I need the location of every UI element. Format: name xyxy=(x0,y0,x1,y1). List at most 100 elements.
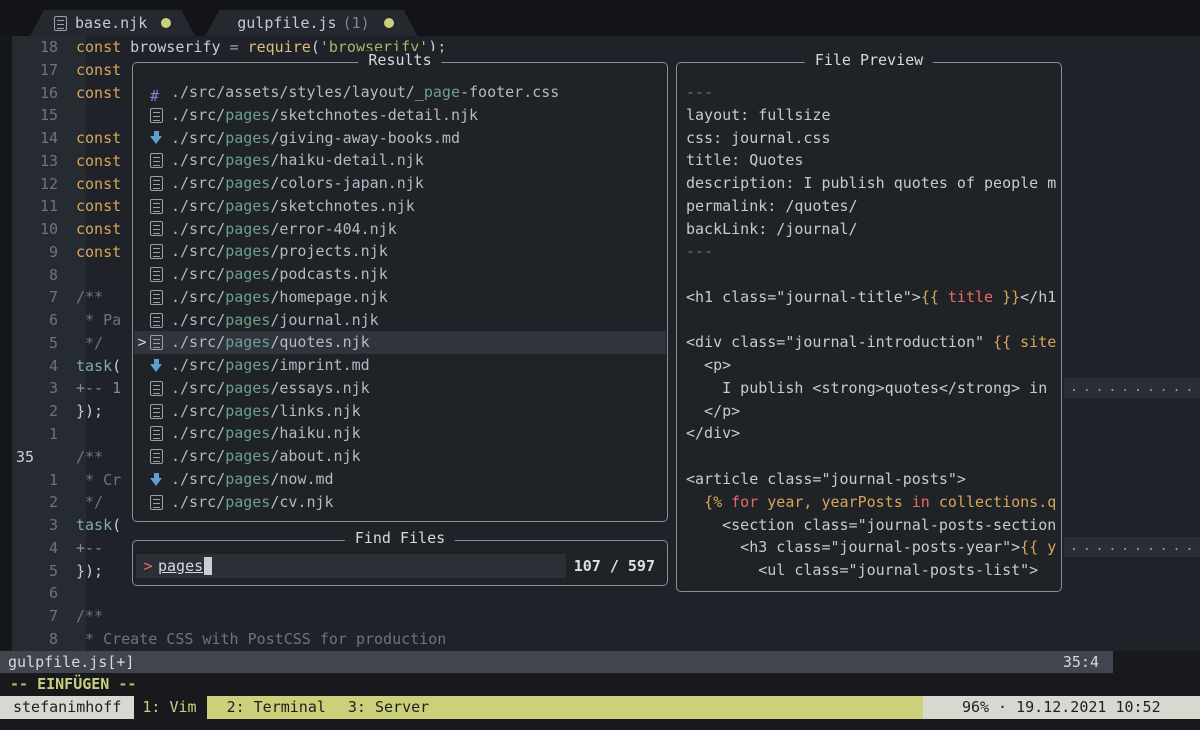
match-highlight: pages xyxy=(225,493,270,511)
file-type-icon xyxy=(150,221,163,236)
match-highlight: pages xyxy=(225,265,270,283)
line-code: const xyxy=(66,195,121,218)
result-row[interactable]: > ./src/pages/podcasts.njk xyxy=(134,263,666,286)
result-counter: 107 / 597 xyxy=(574,554,655,578)
line-number: 6 xyxy=(0,309,66,332)
result-row[interactable]: > ./src/pages/about.njk xyxy=(134,445,666,468)
file-path: ./src/pages/podcasts.njk xyxy=(171,263,388,286)
preview-line xyxy=(686,445,1056,468)
result-row[interactable]: > ./src/pages/sketchnotes.njk xyxy=(134,195,666,218)
line-code: const xyxy=(66,241,121,264)
tab-label: gulpfile.js xyxy=(237,14,336,32)
line-number: 12 xyxy=(0,173,66,196)
line-code: task( xyxy=(66,355,121,378)
vim-tmux-screen: { "colors": { "accent_yellow_green": "#c… xyxy=(0,0,1200,730)
result-row[interactable]: > ./src/pages/haiku.njk xyxy=(134,422,666,445)
buffer-line[interactable]: 8 * Create CSS with PostCSS for producti… xyxy=(0,628,1200,651)
line-number: 3 xyxy=(0,377,66,400)
line-number: 8 xyxy=(0,628,66,651)
selection-arrow: > xyxy=(134,331,150,354)
results-title: Results xyxy=(358,51,441,69)
result-row[interactable]: > ./src/pages/imprint.md xyxy=(134,354,666,377)
file-path: ./src/pages/cv.njk xyxy=(171,491,334,514)
line-code: */ xyxy=(66,491,103,514)
result-row[interactable]: > ./src/pages/now.md xyxy=(134,468,666,491)
statusline-filename: gulpfile.js[+] xyxy=(8,653,134,671)
tab-label: base.njk xyxy=(75,14,147,32)
search-input[interactable]: > pages xyxy=(136,554,566,578)
line-number: 18 xyxy=(0,36,66,59)
line-code: const xyxy=(66,127,121,150)
match-highlight: pages xyxy=(225,220,270,238)
preview-line: title: Quotes xyxy=(686,149,1056,172)
result-row[interactable]: > ./src/pages/cv.njk xyxy=(134,491,666,514)
file-type-icon xyxy=(150,130,163,145)
tmux-window[interactable]: 2: Terminal xyxy=(227,696,326,719)
line-number: 5 xyxy=(0,560,66,583)
line-number: 6 xyxy=(0,582,66,605)
line-number: 3 xyxy=(0,514,66,537)
result-row[interactable]: > ./src/assets/styles/layout/_page-foote… xyxy=(134,81,666,104)
tmux-window[interactable]: 3: Server xyxy=(348,696,429,719)
preview-line: backLink: /journal/ xyxy=(686,218,1056,241)
result-row[interactable]: > ./src/pages/links.njk xyxy=(134,400,666,423)
text-cursor xyxy=(204,557,212,575)
line-code: const xyxy=(66,59,121,82)
line-number: 5 xyxy=(0,332,66,355)
tmux-session-name: stefanimhoff xyxy=(0,696,134,719)
result-row[interactable]: > ./src/pages/error-404.njk xyxy=(134,218,666,241)
result-row[interactable]: > ./src/pages/projects.njk xyxy=(134,240,666,263)
find-files-popup: Find Files > pages 107 / 597 xyxy=(132,540,668,586)
tmux-window-segment: 2: Terminal 3: Server xyxy=(207,696,923,719)
file-type-icon xyxy=(150,426,163,441)
result-row[interactable]: > ./src/pages/giving-away-books.md xyxy=(134,127,666,150)
line-code: }); xyxy=(66,400,103,423)
preview-line: permalink: /quotes/ xyxy=(686,195,1056,218)
preview-line: --- xyxy=(686,81,1056,104)
line-number: 2 xyxy=(0,400,66,423)
result-row[interactable]: > ./src/pages/quotes.njk xyxy=(134,331,666,354)
battery-date-time: 96% · 19.12.2021 10:52 xyxy=(962,696,1161,719)
line-code: task( xyxy=(66,514,121,537)
file-type-icon xyxy=(150,472,163,487)
preview-line: <p> xyxy=(686,354,1056,377)
preview-line: <ul class="journal-posts-list"> xyxy=(686,559,1056,582)
match-highlight: pages xyxy=(225,356,270,374)
result-row[interactable]: > ./src/pages/essays.njk xyxy=(134,377,666,400)
file-path: ./src/assets/styles/layout/_page-footer.… xyxy=(171,81,559,104)
truncated-line-dots: .............. xyxy=(1064,537,1200,557)
file-type-icon xyxy=(150,381,163,396)
tmux-status-right: 96% · 19.12.2021 10:52 xyxy=(923,696,1200,719)
line-code xyxy=(66,423,76,446)
line-number: 2 xyxy=(0,491,66,514)
file-type-icon xyxy=(150,153,163,168)
modified-dot-icon xyxy=(161,18,171,28)
tmux-window-current[interactable]: 1: Vim xyxy=(142,696,196,719)
buffer-tab[interactable]: gulpfile.js (1) xyxy=(205,10,417,36)
vim-mode-indicator: -- EINFÜGEN -- xyxy=(0,673,1200,696)
line-code xyxy=(66,264,76,287)
line-code xyxy=(66,582,76,605)
preview-line: </div> xyxy=(686,422,1056,445)
line-number: 7 xyxy=(0,605,66,628)
file-type-icon xyxy=(150,313,163,328)
buffer-line[interactable]: 7 /** xyxy=(0,605,1200,628)
results-popup: Results > ./src/assets/styles/layout/_pa… xyxy=(132,62,668,522)
line-number: 11 xyxy=(0,195,66,218)
line-number: 4 xyxy=(0,537,66,560)
buffer-tab[interactable]: base.njk xyxy=(30,10,195,36)
file-preview-title: File Preview xyxy=(805,51,933,69)
result-row[interactable]: > ./src/pages/journal.njk xyxy=(134,309,666,332)
line-number: 16 xyxy=(0,82,66,105)
result-row[interactable]: > ./src/pages/colors-japan.njk xyxy=(134,172,666,195)
match-highlight: pages xyxy=(225,402,270,420)
result-row[interactable]: > ./src/pages/haiku-detail.njk xyxy=(134,149,666,172)
result-row[interactable]: > ./src/pages/homepage.njk xyxy=(134,286,666,309)
file-path: ./src/pages/imprint.md xyxy=(171,354,370,377)
buffer-line[interactable]: 18 const browserify = require('browserif… xyxy=(0,36,1200,59)
match-highlight: pages xyxy=(225,129,270,147)
result-row[interactable]: > ./src/pages/sketchnotes-detail.njk xyxy=(134,104,666,127)
tmux-status-bar: stefanimhoff 1: Vim 2: Terminal 3: Server… xyxy=(0,696,1200,719)
file-path: ./src/pages/haiku-detail.njk xyxy=(171,149,424,172)
tab-buffer-count: (1) xyxy=(343,14,370,32)
